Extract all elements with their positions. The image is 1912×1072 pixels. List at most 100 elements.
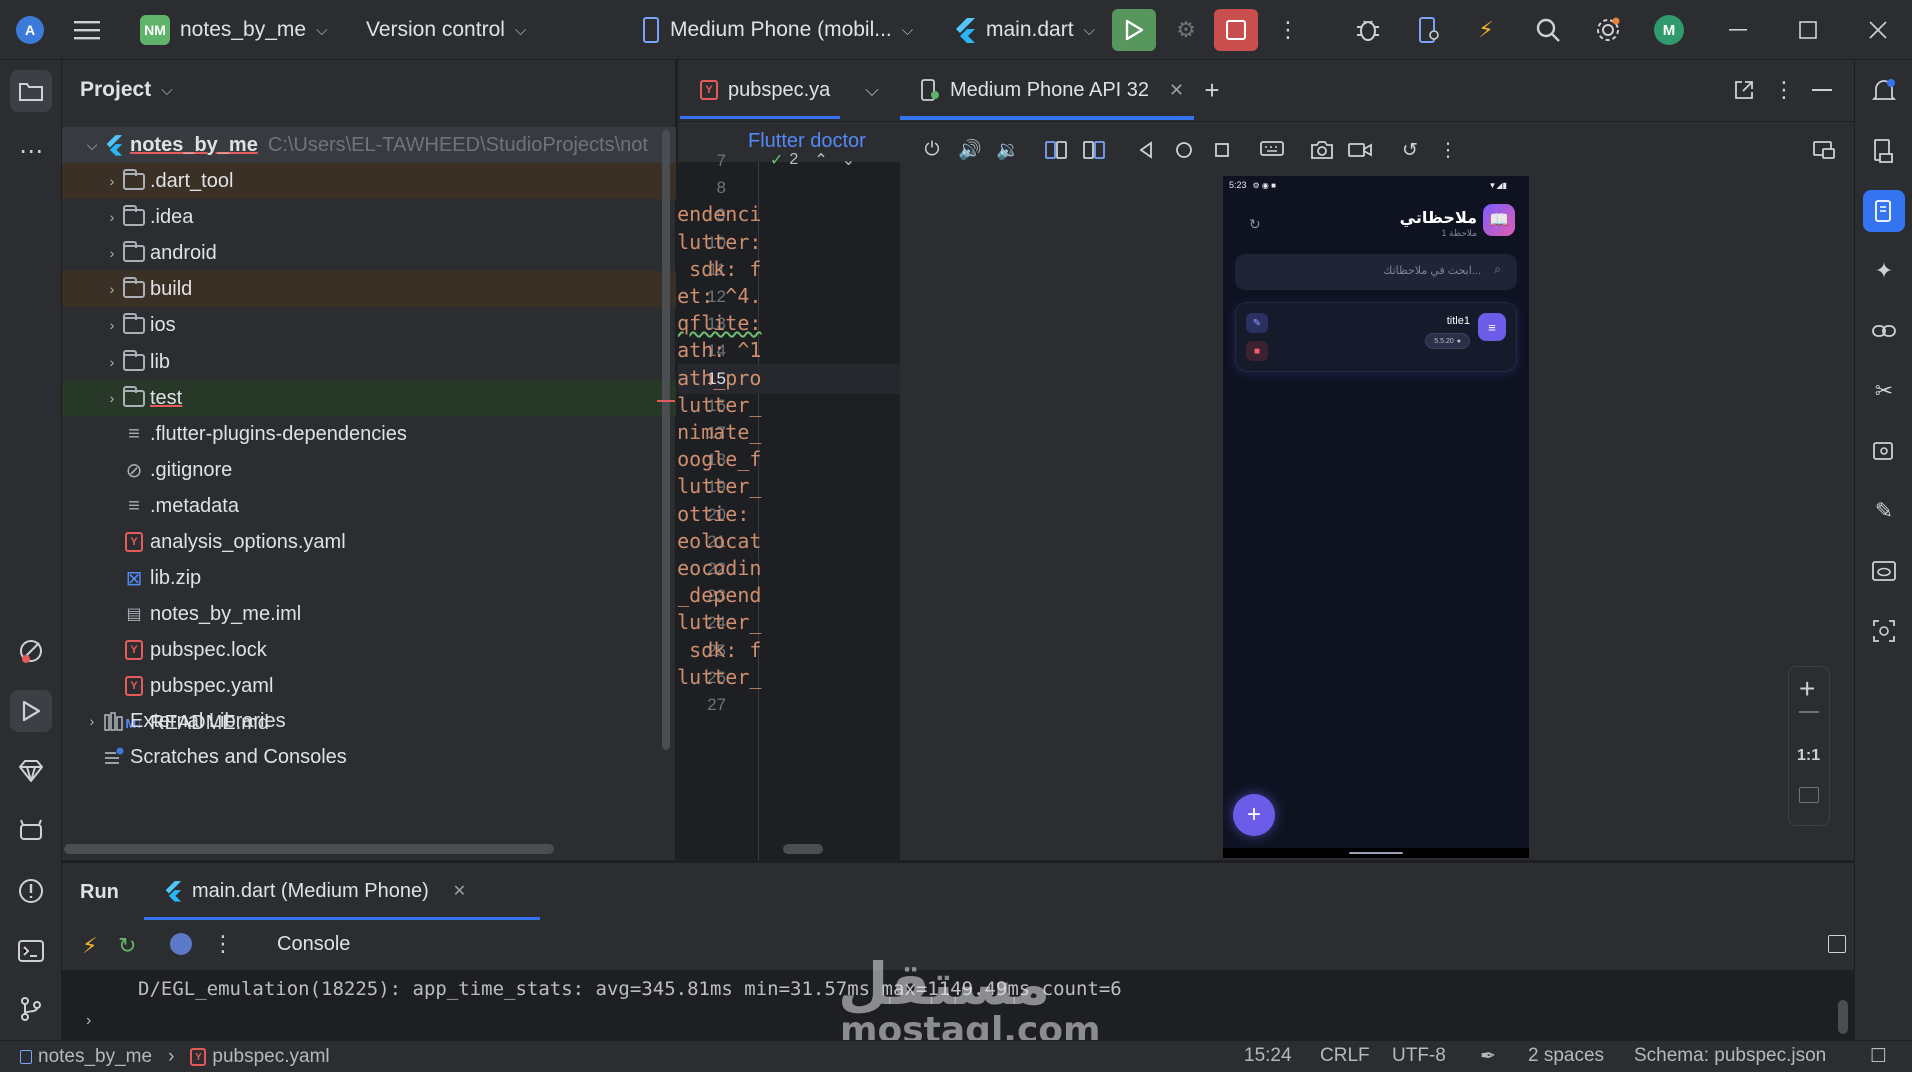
hide-panel-icon[interactable] [1808,76,1836,104]
chevron-right-icon[interactable]: › [102,173,122,189]
tree-horizontal-scrollbar[interactable] [64,844,554,854]
volume-down-icon[interactable]: 🔉 [994,136,1022,164]
tab-running-device[interactable]: Medium Phone API 32 ✕ [920,60,1184,120]
arrow-up-icon[interactable]: ⌃ [814,150,827,170]
tree-item[interactable]: ≡ .flutter-plugins-dependencies [62,416,676,452]
tree-item[interactable]: ⊘ .gitignore [62,452,676,488]
hot-restart-icon[interactable]: ↻ [118,933,136,959]
stop-button[interactable] [1214,9,1258,51]
zoom-actual-size[interactable]: 1:1 [1797,747,1820,765]
chevron-right-icon[interactable]: › [102,317,122,333]
run-config-selector[interactable]: main.dart ⌵ [954,0,1095,60]
reset-icon[interactable]: ↺ [1396,136,1424,164]
tree-item[interactable]: › android [62,235,676,271]
gradle-icon[interactable] [1863,130,1905,172]
more-device-actions-icon[interactable]: ⋮ [1434,136,1462,164]
maximize-icon[interactable] [1794,16,1822,44]
zoom-out-icon[interactable] [1799,711,1819,713]
hot-reload-icon[interactable]: ⚡ [1472,16,1500,44]
hot-reload-icon[interactable]: ⚡ [82,933,97,959]
tree-item[interactable]: ≡ .metadata [62,488,676,524]
tree-root[interactable]: ⌵ notes_by_me C:\Users\EL-TAWHEED\Studio… [62,127,676,163]
running-devices-icon[interactable] [1863,190,1905,232]
device-selector[interactable]: Medium Phone (mobil... ⌵ [642,0,913,60]
more-tools-icon[interactable]: ⋯ [10,130,52,172]
bug-icon[interactable] [1354,16,1382,44]
run-tab-main[interactable]: main.dart (Medium Phone) ✕ [164,863,466,919]
run-button[interactable] [1112,9,1156,51]
settings-icon[interactable] [1594,16,1622,44]
breadcrumb-project[interactable]: notes_by_me [38,1046,152,1068]
close-window-icon[interactable] [1864,16,1892,44]
gesture-handle[interactable] [1349,852,1403,854]
volume-up-icon[interactable]: 🔊 [956,136,984,164]
layout-inspector-icon[interactable] [1863,610,1905,652]
json-schema[interactable]: Schema: pubspec.json [1634,1045,1826,1067]
refresh-icon[interactable]: ↻ [1249,216,1261,233]
fit-screen-icon[interactable] [1799,787,1819,803]
expand-console-icon[interactable]: › [86,1012,91,1030]
problems-icon[interactable] [10,870,52,912]
logcat-icon[interactable] [10,810,52,852]
git-icon[interactable] [10,988,52,1030]
chevron-right-icon[interactable]: › [102,245,122,261]
close-run-tab-icon[interactable]: ✕ [453,881,466,901]
tree-item[interactable]: Yanalysis_options.yaml [62,524,676,560]
tab-list-chevron-icon[interactable]: ⌵ [858,76,886,104]
delete-note-icon[interactable]: ■ [1246,341,1268,361]
search-icon[interactable] [1534,16,1562,44]
project-view-selector[interactable]: Project ⌵ [80,78,173,102]
inspection-widget[interactable]: ✓ 2 ⌃ ⌄ [770,150,855,170]
note-card[interactable]: ≡ title1 5.5.20 ● ✎ ■ [1235,302,1517,372]
minimize-icon[interactable] [1724,16,1752,44]
device-mirroring-icon[interactable] [1810,136,1838,164]
line-separator[interactable]: CRLF [1320,1045,1370,1067]
layout-toggle-icon[interactable] [1828,935,1846,953]
debug-icon[interactable]: ⚙ [1172,16,1200,44]
add-device-icon[interactable]: + [1198,75,1226,105]
link-icon[interactable] [1863,310,1905,352]
breadcrumb-file[interactable]: pubspec.yaml [212,1046,329,1068]
rotate-left-icon[interactable] [1042,136,1070,164]
main-menu-icon[interactable] [74,0,100,60]
tree-item[interactable]: ⊠ lib.zip [62,560,676,596]
tree-item[interactable]: ▤ notes_by_me.iml [62,596,676,632]
caret-position[interactable]: 15:24 [1244,1045,1292,1067]
editor-horizontal-scrollbar[interactable] [783,844,823,854]
more-actions-icon[interactable]: ⋮ [1274,16,1302,44]
edit-tool-icon[interactable]: ✎ [1863,490,1905,532]
arrow-down-icon[interactable]: ⌄ [842,150,855,170]
overview-icon[interactable] [1208,136,1236,164]
power-icon[interactable]: ⏻ [918,136,946,164]
screenshot-icon[interactable] [1308,136,1336,164]
project-tool-icon[interactable] [10,70,52,112]
external-libraries[interactable]: › External Libraries [62,703,676,739]
edit-note-icon[interactable]: ✎ [1246,313,1268,333]
avatar[interactable]: M [1654,15,1684,45]
devtools-icon[interactable] [170,933,192,955]
tree-item[interactable]: › lib [62,344,676,380]
tree-item[interactable]: › .idea [62,199,676,235]
tree-vertical-scrollbar[interactable] [662,130,670,750]
chevron-right-icon[interactable]: › [102,281,122,297]
app-logo-icon[interactable]: A [16,0,44,60]
chevron-right-icon[interactable]: › [102,354,122,370]
tree-item[interactable]: › test [62,380,676,416]
chevron-right-icon[interactable]: › [102,390,122,406]
tree-item[interactable]: Ypubspec.yaml [62,668,676,704]
phone-screen[interactable]: 5:23 ⚙ ◉ ■ ▼◢▮ ↻ 📖 ملاحظاتي 1 ملاحظة ⌕ ا… [1223,176,1529,858]
indent-setting[interactable]: 2 spaces [1528,1045,1604,1067]
keyboard-icon[interactable] [1258,136,1286,164]
console-scrollbar[interactable] [1838,1000,1848,1034]
more-run-actions-icon[interactable]: ⋮ [212,931,234,957]
device-manager-icon[interactable] [1414,16,1442,44]
file-encoding[interactable]: UTF-8 [1392,1045,1446,1067]
close-tab-icon[interactable]: ✕ [1169,80,1184,101]
gemini-icon[interactable]: ✦ [1863,250,1905,292]
notifications-icon[interactable] [1863,70,1905,112]
home-icon[interactable] [1170,136,1198,164]
scratches-and-consoles[interactable]: Scratches and Consoles [62,739,676,775]
preview-icon[interactable] [1863,550,1905,592]
read-only-lock-icon[interactable]: ☐ [1870,1045,1887,1068]
search-bar[interactable]: ⌕ ابحث في ملاحظاتك... [1235,254,1517,290]
